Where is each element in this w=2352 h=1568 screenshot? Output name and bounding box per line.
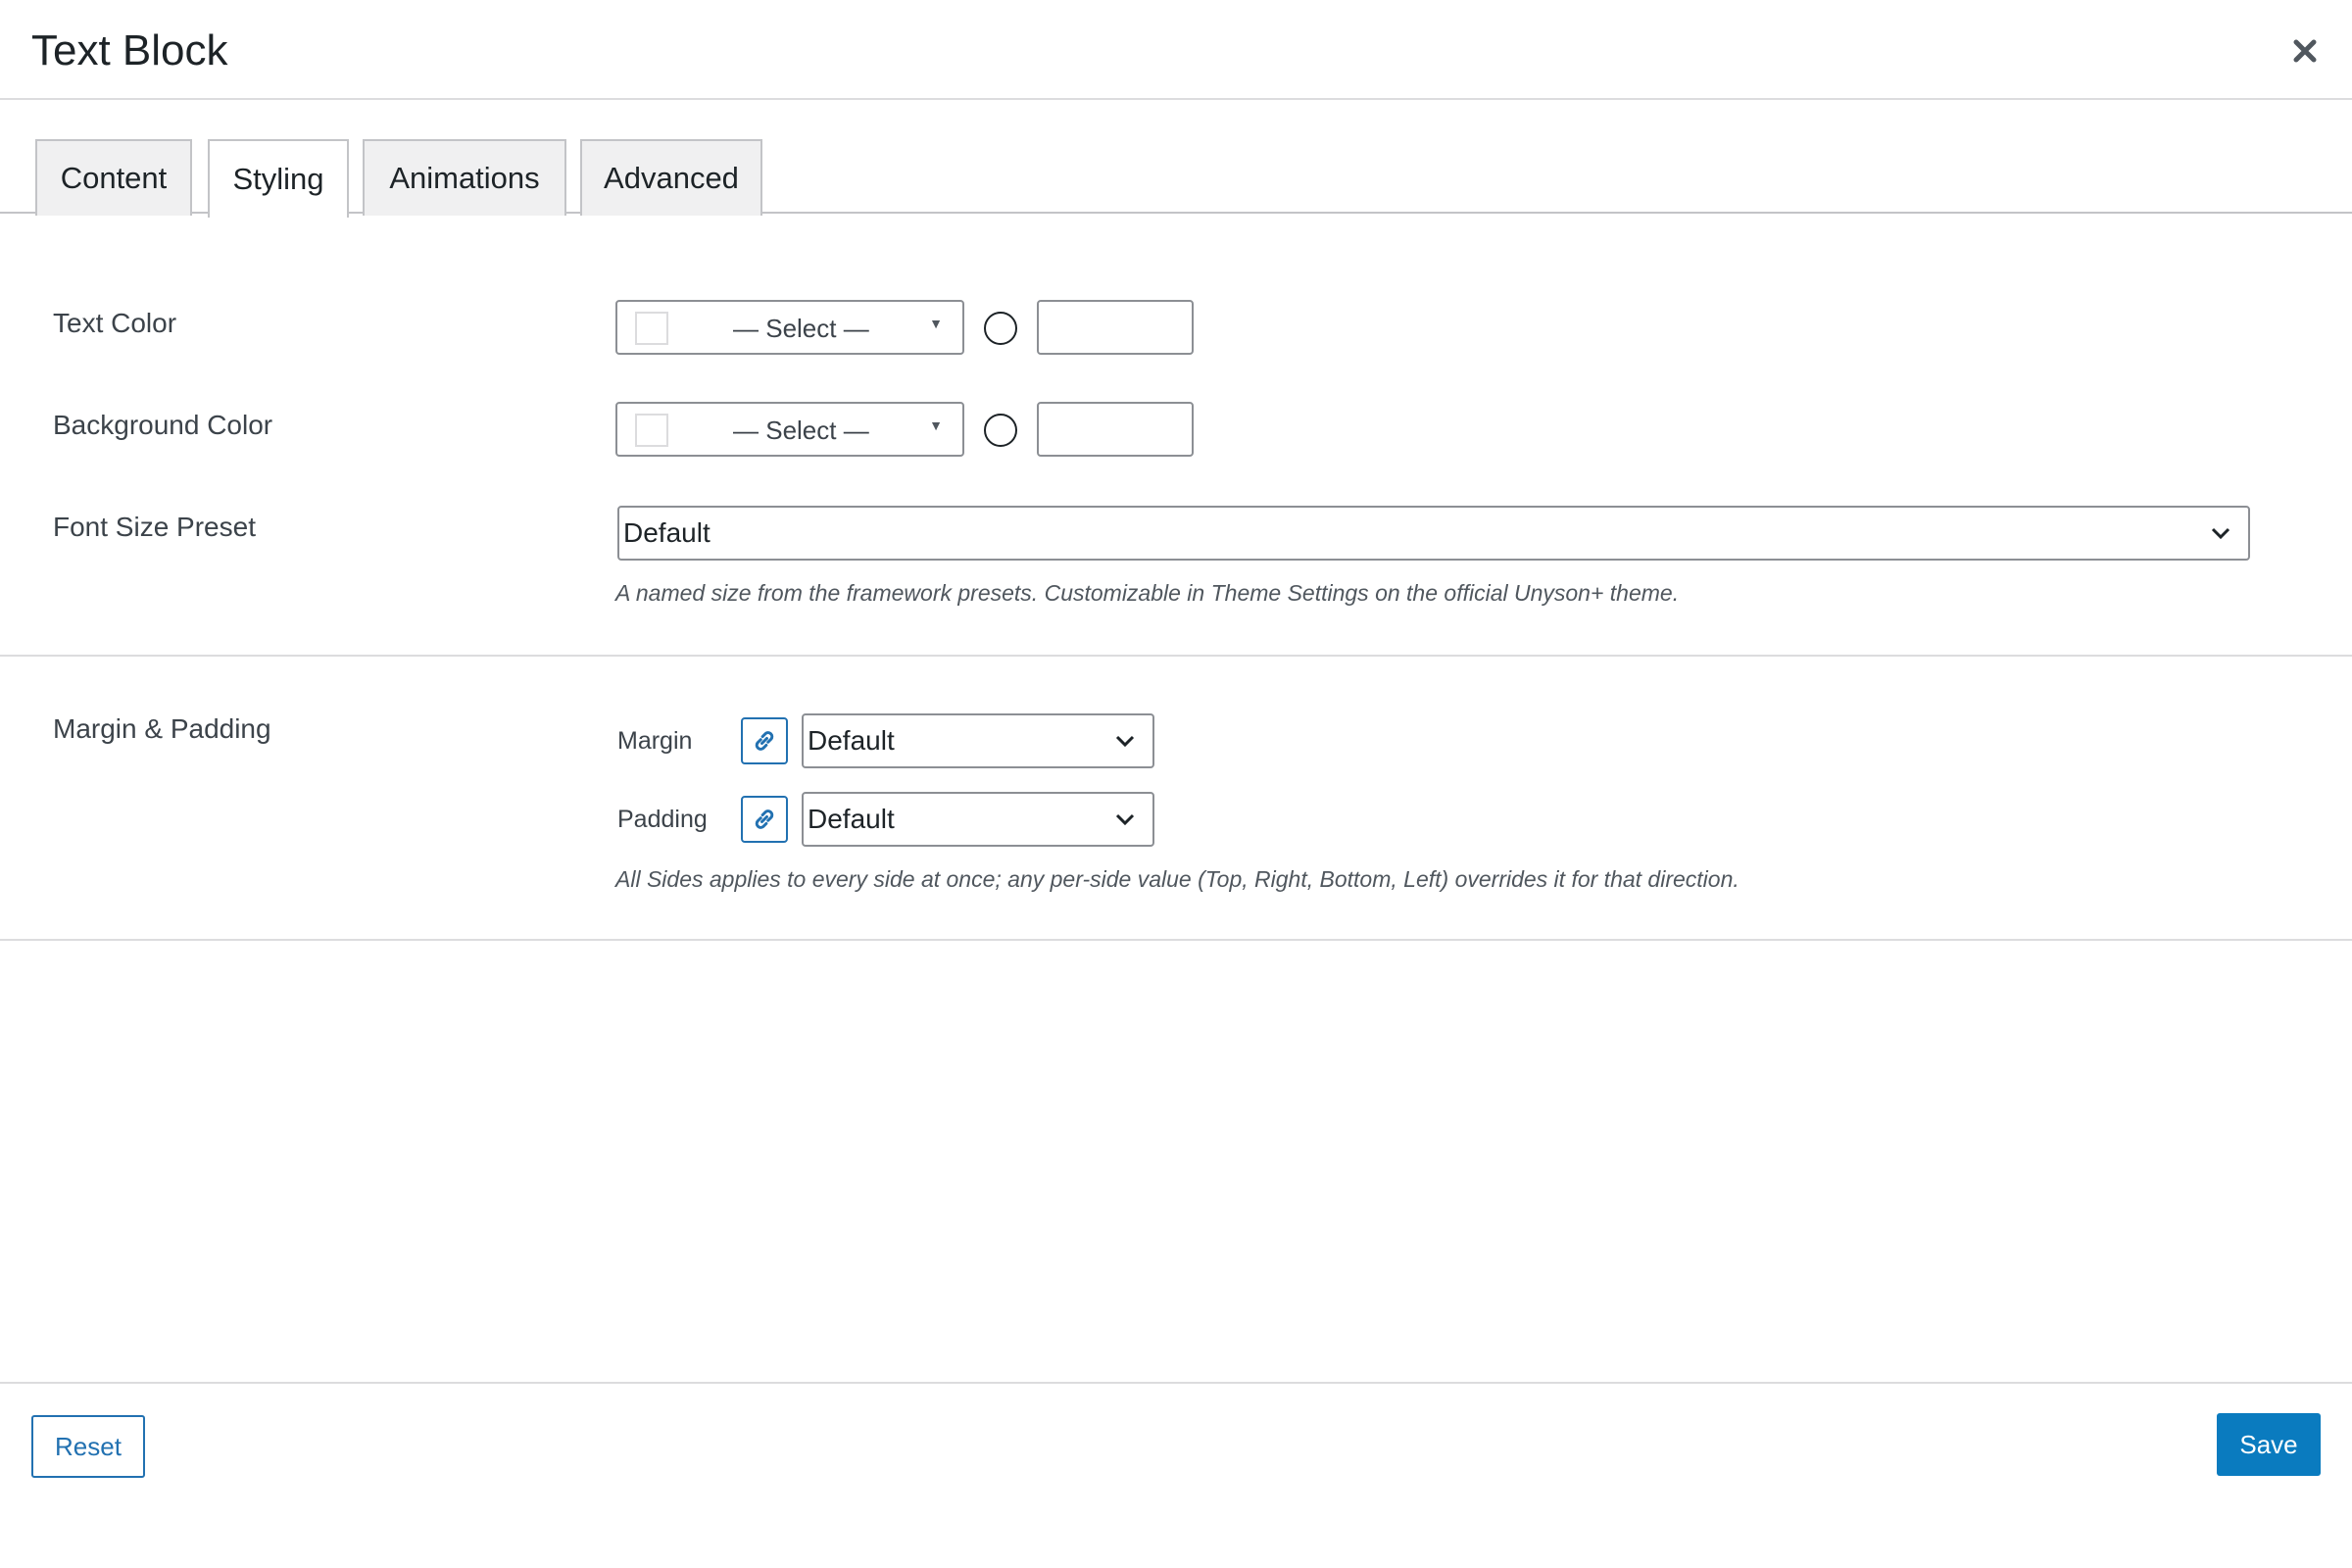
padding-label: Padding	[617, 806, 708, 833]
background-color-swatch	[635, 414, 668, 447]
margin-label: Margin	[617, 727, 693, 755]
tab-advanced[interactable]: Advanced	[580, 139, 762, 216]
text-color-input[interactable]	[1037, 300, 1194, 355]
font-size-preset-label: Font Size Preset	[53, 512, 256, 542]
close-button[interactable]	[2283, 29, 2327, 73]
background-color-custom-radio[interactable]	[984, 414, 1017, 447]
chevron-down-icon	[1115, 735, 1135, 748]
modal-title: Text Block	[31, 26, 228, 74]
padding-value: Default	[808, 804, 895, 834]
styling-section: Text Color — Select — ▼ Background Color…	[0, 214, 2352, 657]
margin-value: Default	[808, 725, 895, 756]
background-color-select-value: — Select —	[733, 416, 869, 445]
margin-padding-label: Margin & Padding	[53, 713, 271, 744]
tabs-bar: Content Styling Animations Advanced	[0, 102, 2352, 218]
tab-content[interactable]: Content	[35, 139, 192, 216]
text-color-swatch	[635, 312, 668, 345]
background-color-select[interactable]: — Select — ▼	[615, 402, 964, 457]
text-color-label: Text Color	[53, 308, 177, 338]
tab-styling[interactable]: Styling	[208, 139, 349, 218]
modal-footer: Reset Save	[0, 1382, 2352, 1568]
background-color-label: Background Color	[53, 410, 273, 440]
link-icon	[755, 809, 774, 829]
link-icon	[755, 731, 774, 751]
close-icon	[2293, 39, 2317, 63]
padding-link-button[interactable]	[741, 796, 788, 843]
padding-select[interactable]: Default	[802, 792, 1154, 847]
reset-button[interactable]: Reset	[31, 1415, 145, 1478]
text-color-select[interactable]: — Select — ▼	[615, 300, 964, 355]
background-color-input[interactable]	[1037, 402, 1194, 457]
font-size-preset-select[interactable]: Default	[617, 506, 2250, 561]
chevron-down-icon	[2211, 527, 2230, 540]
margin-link-button[interactable]	[741, 717, 788, 764]
modal-header: Text Block	[0, 0, 2352, 100]
save-button[interactable]: Save	[2217, 1413, 2321, 1476]
caret-down-icon: ▼	[929, 316, 943, 331]
spacing-section: Margin & Padding Margin Default Padding	[0, 657, 2352, 941]
text-color-select-value: — Select —	[733, 314, 869, 343]
chevron-down-icon	[1115, 813, 1135, 826]
font-size-preset-value: Default	[623, 517, 710, 548]
margin-padding-help: All Sides applies to every side at once;…	[615, 866, 1740, 892]
margin-select[interactable]: Default	[802, 713, 1154, 768]
caret-down-icon: ▼	[929, 417, 943, 433]
tab-animations[interactable]: Animations	[363, 139, 566, 216]
font-size-preset-help: A named size from the framework presets.…	[615, 580, 1680, 606]
text-color-custom-radio[interactable]	[984, 312, 1017, 345]
